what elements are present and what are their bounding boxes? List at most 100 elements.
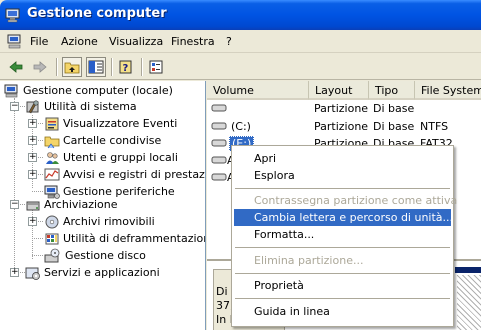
forward-button[interactable] xyxy=(30,57,50,77)
tree-item-storage[interactable]: Archiviazione xyxy=(25,196,118,213)
tree-line xyxy=(38,174,43,175)
tree-label: Cartelle condivise xyxy=(63,134,162,147)
tree-item-performance-logs[interactable]: Avvisi e registri di prestazion xyxy=(44,166,206,183)
removable-storage-icon xyxy=(45,215,59,228)
column-header-volume[interactable]: Volume xyxy=(207,81,309,100)
expand-toggle[interactable]: + xyxy=(28,153,37,162)
column-header-tipo[interactable]: Tipo xyxy=(369,81,415,100)
window-menu-icon[interactable] xyxy=(7,34,23,49)
tree-label: Gestione computer (locale) xyxy=(23,84,173,97)
system-tools-icon xyxy=(26,99,39,113)
menu-item-explore[interactable]: Esplora xyxy=(234,167,451,184)
toolbar-separator xyxy=(56,58,58,76)
storage-icon xyxy=(26,201,40,210)
expand-toggle[interactable]: + xyxy=(10,268,19,277)
svg-text:?: ? xyxy=(123,63,129,74)
collapse-toggle[interactable]: − xyxy=(10,200,19,209)
tree-label: Visualizzatore Eventi xyxy=(63,117,178,130)
tree-label: Archiviazione xyxy=(44,198,118,211)
tree-line xyxy=(32,255,43,256)
menu-item-help[interactable]: Guida in linea xyxy=(234,303,451,320)
toolbar-separator xyxy=(141,58,143,76)
tree-item-shared-folders[interactable]: Cartelle condivise xyxy=(44,132,161,149)
menu-finestra[interactable]: Finestra xyxy=(171,35,215,48)
volume-icon xyxy=(211,104,227,112)
expand-toggle[interactable]: + xyxy=(28,136,37,145)
menu-item-format[interactable]: Formatta... xyxy=(234,226,451,243)
computer-management-icon xyxy=(4,84,18,97)
expand-toggle[interactable]: + xyxy=(28,217,37,226)
menu-separator xyxy=(235,247,450,248)
volume-icon xyxy=(211,139,227,147)
menu-item-mark-active: Contrassegna partizione come attiva xyxy=(254,194,458,207)
properties-button[interactable] xyxy=(146,57,166,77)
show-hide-tree-button[interactable] xyxy=(86,57,106,77)
tree-line xyxy=(38,157,43,158)
partition-block[interactable] xyxy=(457,275,481,330)
menu-help[interactable]: ? xyxy=(226,35,232,48)
console-tree-icon xyxy=(88,60,104,74)
tree-line xyxy=(32,191,43,192)
toolbar-separator xyxy=(111,58,113,76)
services-icon xyxy=(25,267,40,280)
collapse-toggle[interactable]: − xyxy=(10,102,19,111)
tipo-cell: Di base xyxy=(373,102,415,115)
table-row[interactable]: Partizione Di base xyxy=(207,100,481,117)
tree-line xyxy=(14,98,15,268)
menu-visualizza[interactable]: Visualizza xyxy=(109,35,163,48)
properties-icon xyxy=(149,60,163,74)
tree-item-defragmenter[interactable]: Utilità di deframmentazione d xyxy=(44,230,205,247)
back-arrow-icon xyxy=(9,61,23,73)
menu-separator xyxy=(235,188,450,189)
menu-file[interactable]: File xyxy=(30,35,48,48)
tree-item-disk-management[interactable]: Gestione disco xyxy=(44,247,148,264)
tree-item-users-groups[interactable]: Utenti e gruppi locali xyxy=(44,149,178,166)
column-header-layout[interactable]: Layout xyxy=(309,81,369,100)
tree-item-services-apps[interactable]: Servizi e applicazioni xyxy=(25,264,160,281)
forward-arrow-icon xyxy=(33,61,47,73)
help-button[interactable]: ? xyxy=(116,57,136,77)
fs-cell: NTFS xyxy=(420,120,449,133)
menu-item-delete-partition: Elimina partizione... xyxy=(254,254,364,267)
volume-cell: (C:) xyxy=(231,120,251,133)
menu-item-change-drive-letter[interactable]: Cambia lettera e percorso di unità... xyxy=(234,209,453,226)
tipo-cell: Di base xyxy=(373,120,415,133)
layout-cell: Partizione xyxy=(314,102,369,115)
back-button[interactable] xyxy=(6,57,26,77)
toolbar: ? xyxy=(0,54,481,80)
layout-cell: Partizione xyxy=(314,120,369,133)
tree-item-event-viewer[interactable]: Visualizzatore Eventi xyxy=(44,115,177,132)
tree-line xyxy=(32,238,43,239)
menu-item-open[interactable]: Apri xyxy=(234,150,451,167)
disk-management-icon xyxy=(44,248,60,262)
context-menu: Apri Esplora Contrassegna partizione com… xyxy=(231,145,458,327)
console-tree: Gestione computer (locale) − Utilità di … xyxy=(0,81,206,330)
title-bar: Gestione computer xyxy=(0,0,481,30)
tree-label: Servizi e applicazioni xyxy=(44,266,160,279)
computer-management-icon xyxy=(5,8,20,23)
menu-item-properties[interactable]: Proprietà xyxy=(234,277,451,294)
tree-label: Gestione disco xyxy=(63,249,148,262)
menu-separator xyxy=(235,273,450,274)
column-header-file-system[interactable]: File System xyxy=(415,81,481,100)
tree-label: Avvisi e registri di prestazion xyxy=(63,168,206,181)
expand-toggle[interactable]: + xyxy=(28,170,37,179)
tree-label: Archivi rimovibili xyxy=(63,215,155,228)
menu-bar: File Azione Visualizza Finestra ? xyxy=(0,30,481,53)
partition-header-bar xyxy=(455,267,481,273)
tree-line xyxy=(38,221,43,222)
menu-azione[interactable]: Azione xyxy=(61,35,98,48)
expand-toggle[interactable]: + xyxy=(28,119,37,128)
tree-label: Utenti e gruppi locali xyxy=(63,151,178,164)
tree-item-system-tools[interactable]: Utilità di sistema xyxy=(25,98,137,115)
tree-root[interactable]: Gestione computer (locale) xyxy=(4,82,173,99)
event-viewer-icon xyxy=(45,117,59,130)
help-book-icon: ? xyxy=(119,60,132,74)
up-level-button[interactable] xyxy=(62,57,82,77)
table-row[interactable]: (C:) Partizione Di base NTFS xyxy=(207,118,481,135)
volume-icon xyxy=(211,156,227,164)
performance-icon xyxy=(44,168,60,180)
tree-label: Utilità di sistema xyxy=(44,100,137,113)
window-title: Gestione computer xyxy=(27,6,167,21)
tree-item-removable-storage[interactable]: Archivi rimovibili xyxy=(44,213,155,230)
